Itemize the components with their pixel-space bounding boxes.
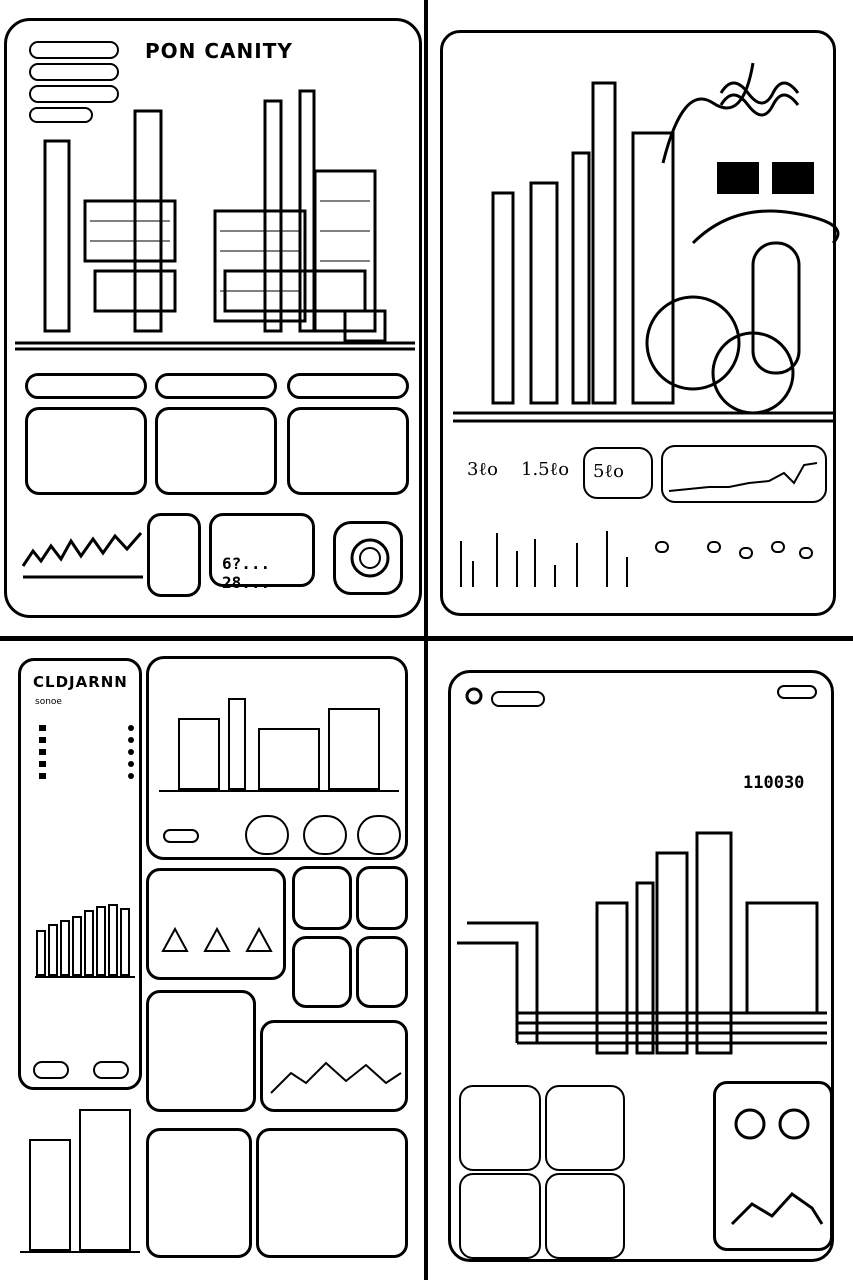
stat-card-2: 1.5ℓo — [513, 447, 575, 499]
toggle-5[interactable] — [799, 547, 813, 559]
readout-value: 110030 — [743, 773, 805, 793]
big-readout-panel: 6?... 28... — [209, 513, 315, 592]
dashboard-panel-top-left: PON CANITY 6?... 28... — [4, 18, 422, 618]
gauge-button[interactable] — [333, 521, 403, 595]
mountain-chart — [270, 1061, 402, 1094]
plant-illustration-small — [159, 698, 399, 792]
data-table-card-2 — [155, 407, 277, 495]
stat-card-3: 5ℓo — [583, 447, 653, 499]
hero-icon-button-1[interactable] — [245, 815, 289, 855]
footer-toggle-left[interactable] — [33, 1061, 69, 1079]
landscape-card — [260, 1020, 408, 1112]
plant-illustration — [453, 62, 840, 423]
dashboard-title: PON CANITY — [145, 39, 293, 63]
magnifier-card — [713, 1081, 833, 1251]
hero-card-bottom-left — [146, 656, 408, 860]
trend-line — [668, 462, 818, 492]
filter-pill-3[interactable] — [287, 373, 409, 399]
header-tab[interactable] — [491, 691, 545, 707]
horizontal-divider — [0, 636, 853, 641]
filter-pill-1[interactable] — [25, 373, 147, 399]
mini-card-4 — [356, 936, 408, 1008]
histogram-chart — [35, 904, 135, 978]
warning-icons — [161, 926, 273, 952]
panel-subtitle: sonoe — [35, 697, 62, 707]
gauge-icon — [350, 538, 390, 578]
filter-pill-2[interactable] — [155, 373, 277, 399]
bar-strip-chart — [460, 531, 628, 587]
dashboard-panel-bottom-right: 110030 — [448, 670, 834, 1262]
sparkline-chart — [21, 532, 143, 579]
legend-list — [39, 725, 134, 779]
nav-pill-1[interactable] — [29, 41, 119, 59]
hero-icon-button-3[interactable] — [357, 815, 401, 855]
container-card — [256, 1128, 408, 1258]
bar-chart-card-1 — [459, 1085, 541, 1171]
stat-value-1: 3ℓo — [467, 459, 498, 480]
toggle-1[interactable] — [655, 541, 669, 553]
refinery-illustration-right — [457, 831, 827, 1055]
sidebar-panel-bottom-left: CLDJARNN sonoe — [18, 658, 142, 1090]
bottle-card — [146, 1128, 252, 1258]
nav-pill-2[interactable] — [29, 63, 119, 81]
refinery-illustration — [15, 89, 415, 351]
hero-icon-button-2[interactable] — [303, 815, 347, 855]
mini-card-1 — [292, 866, 352, 930]
toggle-3[interactable] — [739, 547, 753, 559]
toggle-4[interactable] — [771, 541, 785, 553]
footer-toggle-right[interactable] — [93, 1061, 129, 1079]
list-card — [146, 990, 256, 1112]
data-table-card-1 — [25, 407, 147, 495]
magnifier-icons — [730, 1108, 824, 1226]
bar-chart-card-2 — [545, 1085, 625, 1171]
mini-card-2 — [356, 866, 408, 930]
panel-title: CLDJARNN — [33, 673, 128, 691]
dashboard-panel-top-right: 3ℓo 1.5ℓo 5ℓo — [440, 30, 840, 616]
big-readout: 6?... 28... — [222, 554, 271, 592]
tower-illustration — [20, 1109, 140, 1253]
toggle-2[interactable] — [707, 541, 721, 553]
mini-card-3 — [292, 936, 352, 1008]
bar-chart-card-3 — [459, 1173, 541, 1259]
stat-card-1: 3ℓo — [457, 447, 515, 499]
warning-card — [146, 868, 286, 980]
stat-value-3: 5ℓo — [593, 461, 624, 482]
control-module[interactable] — [147, 513, 201, 597]
header-badge[interactable] — [777, 685, 817, 699]
data-table-card-3 — [287, 407, 409, 495]
settings-icon[interactable] — [465, 687, 483, 705]
trend-chart-card — [661, 445, 827, 503]
stat-value-2: 1.5ℓo — [521, 459, 570, 480]
hero-action-pill[interactable] — [163, 829, 199, 843]
bar-chart-card-4 — [545, 1173, 625, 1259]
